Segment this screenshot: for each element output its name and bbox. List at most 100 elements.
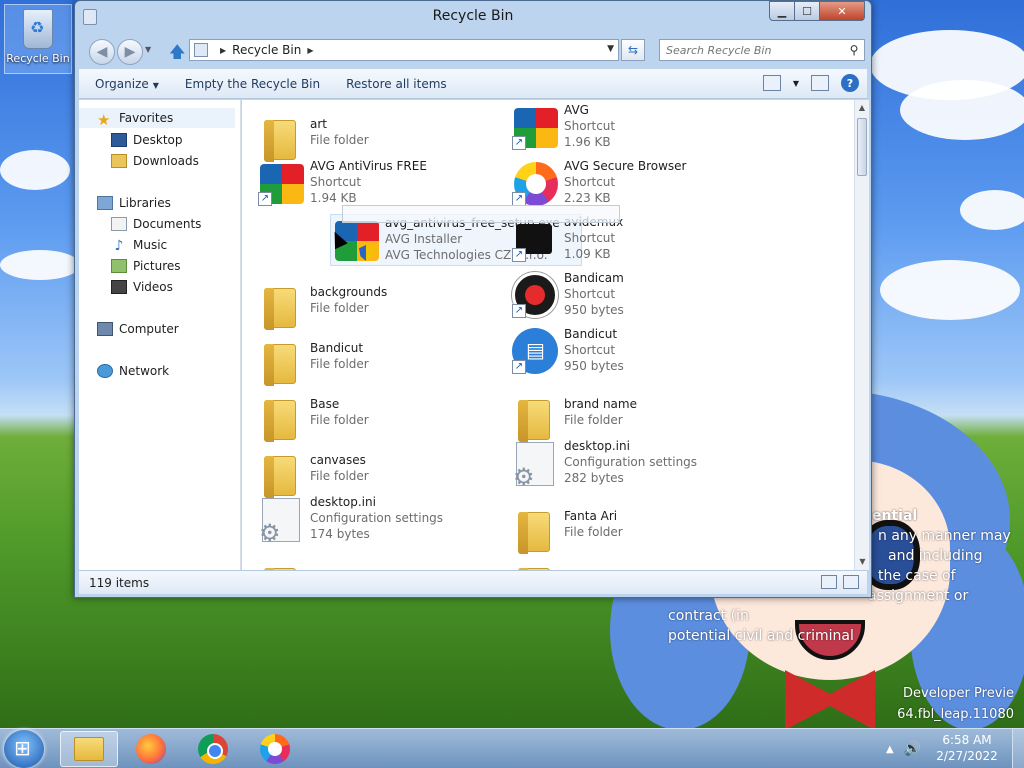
shortcut-arrow-icon: ↗ (512, 136, 526, 150)
file-item[interactable]: ↗ AVG Shortcut 1.96 KB (510, 102, 762, 154)
taskbar-chrome[interactable] (184, 731, 242, 767)
taskbar-avg-secure-browser[interactable] (246, 731, 304, 767)
help-icon[interactable]: ? (841, 74, 859, 92)
chrome-icon (198, 734, 228, 764)
search-icon[interactable]: ⚲ (844, 43, 864, 57)
refresh-icon: ⇆ (627, 43, 639, 57)
vertical-scrollbar[interactable]: ▲ ▼ (854, 100, 869, 570)
breadcrumb-separator-icon[interactable]: ▶ (220, 46, 226, 55)
folder-icon (518, 512, 550, 554)
documents-icon (111, 217, 127, 231)
shortcut-arrow-icon: ↗ (258, 192, 272, 206)
file-item[interactable]: art File folder (256, 110, 508, 162)
search-input[interactable] (660, 43, 844, 57)
nav-videos[interactable]: Videos (111, 277, 173, 297)
item-count: 119 items (89, 575, 150, 590)
close-button[interactable]: ✕ (819, 1, 865, 21)
nav-network[interactable]: Network (97, 361, 169, 381)
file-item[interactable]: canvases File folder (256, 446, 508, 498)
nav-pictures[interactable]: Pictures (111, 256, 181, 276)
file-item[interactable]: desktop.iniConfiguration settings282 byt… (510, 438, 762, 491)
chevron-down-icon[interactable]: ▼ (793, 79, 799, 88)
avg-secure-browser-icon (260, 734, 290, 764)
file-item-partial[interactable] (256, 558, 508, 570)
scroll-down-icon[interactable]: ▼ (855, 554, 870, 570)
shortcut-arrow-icon: ↗ (512, 304, 526, 318)
change-view-icon[interactable] (762, 75, 781, 91)
arrow-left-icon: ◀ (96, 44, 108, 60)
music-icon: ♪ (114, 238, 124, 254)
forward-button[interactable]: ▶ (117, 39, 143, 65)
restore-all-items-button[interactable]: Restore all items (336, 77, 457, 91)
file-item[interactable]: ↗ AVG Secure Browser Shortcut 2.23 KB (510, 158, 762, 210)
config-file-icon (259, 498, 300, 547)
preview-pane-icon[interactable] (811, 75, 829, 91)
folder-icon (264, 120, 296, 162)
file-item[interactable]: Bandicut File folder (256, 334, 508, 386)
address-history-dropdown[interactable]: ▼ (607, 44, 614, 54)
breadcrumb-recycle-bin[interactable]: Recycle Bin (232, 43, 301, 57)
show-desktop-button[interactable] (1012, 729, 1024, 768)
volume-icon[interactable]: 🔊 (904, 741, 921, 757)
breadcrumb-separator-icon[interactable]: ▶ (307, 46, 313, 55)
recent-locations-dropdown[interactable]: ▼ (145, 45, 151, 54)
folder-icon (264, 456, 296, 498)
details-view-icon[interactable] (821, 575, 837, 589)
taskbar-explorer[interactable] (60, 731, 118, 767)
title-bar[interactable]: Recycle Bin ▁ ☐ ✕ (75, 1, 871, 33)
file-item[interactable]: brand name File folder (510, 390, 762, 442)
nav-downloads[interactable]: Downloads (111, 151, 199, 171)
nav-favorites[interactable]: ★ Favorites (79, 108, 235, 129)
pictures-icon (111, 259, 127, 273)
config-file-icon (513, 442, 554, 491)
up-button[interactable]: 🡅 (169, 41, 185, 68)
nav-libraries[interactable]: Libraries (97, 193, 171, 213)
show-hidden-icons-icon[interactable]: ▲ (886, 744, 894, 755)
scroll-up-icon[interactable]: ▲ (855, 100, 869, 116)
large-icons-view-icon[interactable] (843, 575, 859, 589)
desktop-recycle-bin-icon[interactable]: Recycle Bin (4, 4, 72, 74)
file-item[interactable]: desktop.iniConfiguration settings174 byt… (256, 494, 508, 547)
status-bar: 119 items (79, 570, 867, 594)
folder-icon (264, 344, 296, 386)
back-button[interactable]: ◀ (89, 39, 115, 65)
file-item-partial[interactable] (510, 558, 762, 570)
refresh-button[interactable]: ⇆ (621, 39, 645, 61)
clock-time: 6:58 AM (942, 733, 992, 747)
nav-music[interactable]: ♪ Music (111, 235, 168, 255)
folder-icon (264, 400, 296, 442)
minimize-button[interactable]: ▁ (769, 1, 795, 21)
videos-icon (111, 280, 127, 294)
folder-icon (74, 737, 104, 761)
nav-desktop[interactable]: Desktop (111, 130, 183, 150)
desktop-icon (111, 133, 127, 147)
file-item[interactable]: Fanta Ari File folder (510, 502, 762, 554)
taskbar-firefox[interactable] (122, 731, 180, 767)
scrollbar-thumb[interactable] (857, 118, 867, 176)
start-button[interactable] (4, 730, 44, 768)
empty-recycle-bin-button[interactable]: Empty the Recycle Bin (175, 77, 330, 91)
recycle-bin-icon (23, 9, 53, 49)
file-item[interactable]: ↗ BandicutShortcut950 bytes (510, 326, 762, 378)
organize-button[interactable]: Organize ▼ (85, 77, 169, 91)
clock[interactable]: 6:58 AM 2/27/2022 (932, 732, 1002, 764)
file-item[interactable]: backgrounds File folder (256, 278, 508, 330)
arrow-right-icon: ▶ (124, 44, 136, 60)
file-item[interactable]: ↗ AVG AntiVirus FREE Shortcut 1.94 KB (256, 158, 508, 210)
desktop-build-info: Developer Previe 64.fbl_leap.11080 (897, 686, 1014, 722)
arrow-up-icon: 🡅 (169, 42, 186, 61)
search-box: ⚲ (659, 39, 865, 61)
address-bar[interactable]: ▶ Recycle Bin ▶ ▼ (189, 39, 619, 61)
network-icon (97, 364, 113, 378)
nav-documents[interactable]: Documents (111, 214, 201, 234)
taskbar: ▲ 🔊 6:58 AM 2/27/2022 (0, 728, 1024, 768)
star-icon: ★ (97, 111, 111, 129)
maximize-button[interactable]: ☐ (794, 1, 820, 21)
firefox-icon (136, 734, 166, 764)
file-item[interactable]: Base File folder (256, 390, 508, 442)
window-title: Recycle Bin (432, 8, 514, 24)
libraries-icon (97, 196, 113, 210)
tooltip (342, 205, 620, 223)
file-item[interactable]: ↗ Bandicam Shortcut 950 bytes (510, 270, 762, 322)
nav-computer[interactable]: Computer (97, 319, 179, 339)
